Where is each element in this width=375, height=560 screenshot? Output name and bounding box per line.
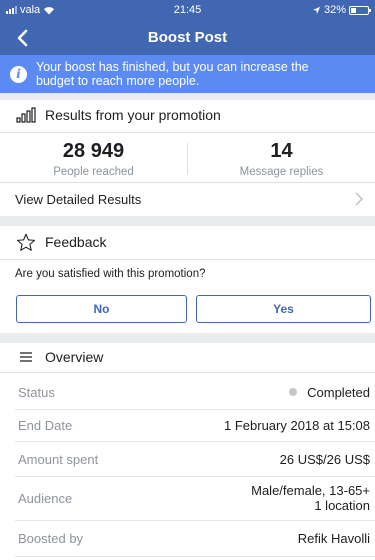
people-reached-value: 28 949 [62, 140, 125, 162]
feedback-header: Feedback [0, 226, 375, 258]
yes-button[interactable]: Yes [196, 295, 371, 323]
overview-title: Overview [45, 349, 104, 365]
status-value-text: Completed [307, 384, 370, 400]
section-gap [0, 216, 375, 226]
bar-chart-icon [15, 104, 37, 126]
status-dot-icon [289, 388, 298, 396]
boosted-by-value: Refik Havolli [297, 530, 370, 546]
audience-value-line-1: Male/female, 13-65+ [251, 483, 370, 498]
info-banner-line-2: budget to reach more people. [36, 74, 200, 88]
back-button[interactable] [10, 26, 34, 50]
status-left: vala [6, 4, 126, 16]
battery-percent: 32% [323, 4, 346, 16]
wifi-icon [44, 6, 55, 14]
info-banner: i Your boost has finished, but you can i… [0, 55, 375, 93]
chevron-left-icon [17, 29, 28, 47]
boosted-by-row: Boosted by Refik Havolli [0, 521, 375, 555]
list-icon [15, 346, 37, 368]
audience-value: Male/female, 13-65+ 1 location [251, 483, 370, 513]
star-icon [15, 231, 37, 253]
no-button[interactable]: No [16, 295, 187, 323]
amount-spent-row: Amount spent 26 US$/26 US$ [0, 442, 375, 476]
people-reached-stat: 28 949 People reached [0, 140, 187, 178]
status-row: Status Completed [0, 375, 375, 409]
view-detailed-results-label: View Detailed Results [15, 191, 142, 207]
audience-row: Audience Male/female, 13-65+ 1 location [0, 477, 375, 519]
row-divider [15, 556, 375, 557]
status-right: 32% [249, 4, 371, 16]
view-detailed-results-link[interactable]: View Detailed Results [0, 183, 375, 215]
top-bar: vala 21:45 32% Boost Post [0, 0, 375, 55]
carrier-label: vala [20, 4, 41, 16]
battery-icon [349, 5, 371, 15]
section-gap [0, 93, 375, 100]
status-label: Status [18, 384, 55, 400]
location-arrow-icon [312, 6, 321, 14]
audience-value-line-2: 1 location [314, 498, 370, 513]
divider [0, 372, 375, 373]
overview-header: Overview [0, 343, 375, 371]
amount-spent-label: Amount spent [18, 451, 99, 467]
status-time: 21:45 [173, 4, 202, 16]
end-date-value: 1 February 2018 at 15:08 [224, 417, 370, 433]
section-gap [0, 333, 375, 343]
results-header: Results from your promotion [0, 100, 375, 130]
people-reached-label: People reached [53, 166, 134, 178]
info-icon: i [10, 65, 27, 83]
page-title: Boost Post [147, 29, 228, 46]
chevron-right-icon [355, 192, 363, 206]
end-date-row: End Date 1 February 2018 at 15:08 [0, 410, 375, 440]
divider [0, 259, 375, 260]
navigation-bar: Boost Post [0, 20, 375, 55]
feedback-title: Feedback [45, 234, 107, 250]
info-banner-line-1: Your boost has finished, but you can inc… [36, 60, 309, 74]
signal-icon [6, 6, 17, 14]
divider [0, 132, 375, 133]
message-replies-value: 14 [270, 140, 293, 162]
info-banner-text: Your boost has finished, but you can inc… [36, 60, 309, 88]
message-replies-label: Message replies [239, 166, 324, 178]
status-bar: vala 21:45 32% [0, 0, 375, 20]
amount-spent-value: 26 US$/26 US$ [279, 451, 370, 467]
message-replies-stat: 14 Message replies [188, 140, 375, 178]
status-value: Completed [289, 385, 370, 400]
feedback-question: Are you satisfied with this promotion? [15, 268, 206, 280]
audience-label: Audience [18, 490, 73, 506]
results-title: Results from your promotion [45, 107, 221, 123]
boosted-by-label: Boosted by [18, 530, 84, 546]
end-date-label: End Date [18, 417, 73, 433]
